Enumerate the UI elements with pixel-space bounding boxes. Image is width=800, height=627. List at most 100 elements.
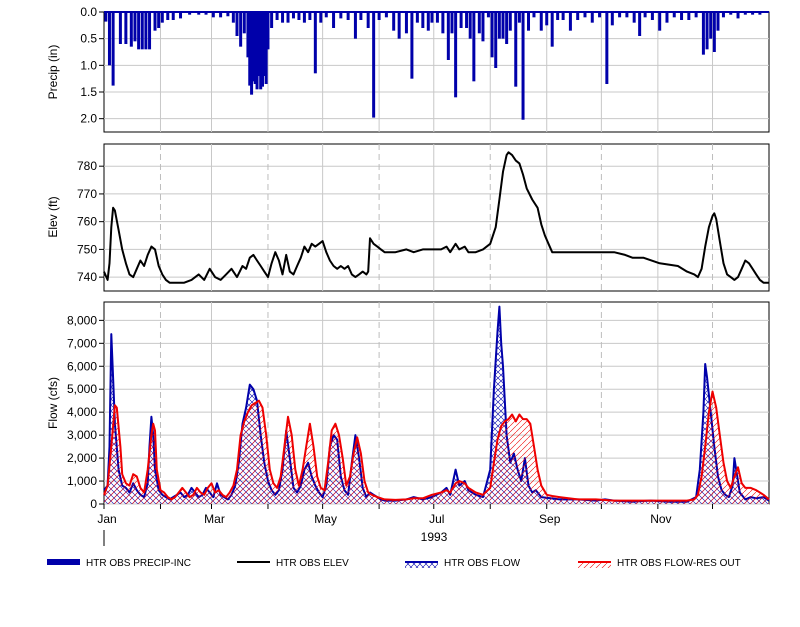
precip-bar: [129, 12, 133, 47]
precip-bar: [410, 12, 414, 79]
precip-bar: [527, 12, 531, 31]
precip-bar: [490, 12, 494, 58]
precip-bar: [104, 12, 108, 22]
precip-bar: [140, 12, 144, 50]
precip-bar: [680, 12, 684, 20]
precip-bar: [716, 12, 720, 31]
precip-bar: [377, 12, 381, 20]
y-tick-label: 7,000: [67, 336, 97, 350]
precip-bar: [302, 12, 306, 23]
precip-bar: [477, 12, 481, 34]
precip-bar: [505, 12, 509, 44]
legend-item: HTR OBS ELEV: [237, 558, 349, 569]
precip-bar: [517, 12, 521, 23]
x-tick-label: Mar: [204, 512, 225, 526]
precip-bar: [430, 12, 434, 23]
y-tick-label: 750: [77, 242, 97, 256]
precip-bar: [160, 12, 164, 23]
y-tick-label: 0.5: [80, 32, 97, 46]
precip-bar: [610, 12, 614, 26]
precip-bar: [359, 12, 363, 20]
precip-bar: [118, 12, 122, 44]
precip-bar: [561, 12, 565, 20]
y-tick-label: 0.0: [80, 5, 97, 19]
precip-bar: [297, 12, 301, 20]
elev-y-axis-label: Elev (ft): [46, 196, 60, 237]
elev-panel: 740 750 760 770 780 Elev (ft): [46, 143, 770, 292]
x-tick-label: Jan: [97, 512, 116, 526]
y-tick-label: 1,000: [67, 474, 97, 488]
precip-bar: [171, 12, 175, 20]
legend-swatch-bar: [47, 559, 80, 565]
precip-bar: [497, 12, 501, 39]
flow-panel: 0 1,000 2,000 3,000 4,000 5,000 6,000 7,000 8,00…: [46, 301, 770, 511]
precip-bar: [521, 12, 525, 120]
precip-bar: [308, 12, 312, 20]
y-tick-label: 770: [77, 187, 97, 201]
precip-bar: [550, 12, 554, 47]
precip-bar: [231, 12, 235, 23]
precip-panel: 0.0 0.5 1.0 1.5 2.0 Precip (in): [46, 5, 770, 133]
x-axis: Jan Mar May Jul Sep Nov: [97, 504, 714, 526]
precip-bar: [705, 12, 709, 50]
precip-bar: [332, 12, 336, 28]
precip-bar: [687, 12, 691, 20]
y-tick-label: 6,000: [67, 359, 97, 373]
precip-bar: [481, 12, 485, 42]
precip-bar: [632, 12, 636, 23]
precip-bar: [605, 12, 609, 84]
precip-bar: [494, 12, 498, 68]
precip-bar: [137, 12, 141, 50]
precip-bar: [638, 12, 642, 36]
precip-bar: [576, 12, 580, 20]
precip-bar: [124, 12, 128, 44]
precip-bar: [468, 12, 472, 39]
precip-bar: [346, 12, 350, 20]
legend-item: HTR OBS FLOW-RES OUT: [578, 558, 741, 569]
precip-bar: [709, 12, 713, 39]
precip-bar: [270, 12, 274, 28]
y-tick-label: 8,000: [67, 313, 97, 327]
precip-bar: [556, 12, 560, 20]
legend-item: HTR OBS FLOW: [405, 558, 521, 569]
legend-label: HTR OBS FLOW: [444, 558, 521, 569]
precip-bar: [568, 12, 572, 31]
precip-bar: [450, 12, 454, 34]
precip-bar: [421, 12, 425, 28]
precip-bar: [415, 12, 419, 23]
y-tick-label: 2.0: [80, 112, 97, 126]
y-tick-label: 0: [90, 497, 97, 511]
precip-y-axis-label: Precip (in): [46, 45, 60, 100]
precip-bar: [501, 12, 505, 39]
precip-bar: [665, 12, 669, 23]
precip-bar: [539, 12, 543, 31]
y-tick-label: 1.5: [80, 85, 97, 99]
flow-y-axis-label: Flow (cfs): [46, 377, 60, 429]
precip-bar: [701, 12, 705, 55]
legend-item: HTR OBS PRECIP-INC: [47, 558, 191, 569]
y-tick-label: 1.0: [80, 58, 97, 72]
y-tick-label: 760: [77, 215, 97, 229]
precip-bar: [372, 12, 376, 118]
y-tick-label: 5,000: [67, 382, 97, 396]
precip-bar: [446, 12, 450, 60]
y-tick-label: 780: [77, 159, 97, 173]
precip-bar: [658, 12, 662, 31]
precip-bar: [545, 12, 549, 26]
precip-bar: [166, 12, 170, 20]
precip-bar: [435, 12, 439, 23]
y-tick-label: 4,000: [67, 405, 97, 419]
precip-bar: [397, 12, 401, 39]
precip-bar: [148, 12, 152, 50]
chart-canvas: 0.0 0.5 1.0 1.5 2.0 Precip (in) 740 750 760 770…: [46, 5, 770, 569]
x-axis-year-label: 1993: [421, 530, 448, 544]
precip-bar: [353, 12, 357, 39]
precip-bar: [313, 12, 317, 74]
precip-bar: [459, 12, 463, 28]
precip-bar: [441, 12, 445, 34]
precip-bar: [472, 12, 476, 82]
precip-bar: [275, 12, 279, 20]
precip-bar: [266, 12, 270, 50]
legend-label: HTR OBS FLOW-RES OUT: [617, 558, 741, 569]
precip-bar: [107, 12, 111, 66]
